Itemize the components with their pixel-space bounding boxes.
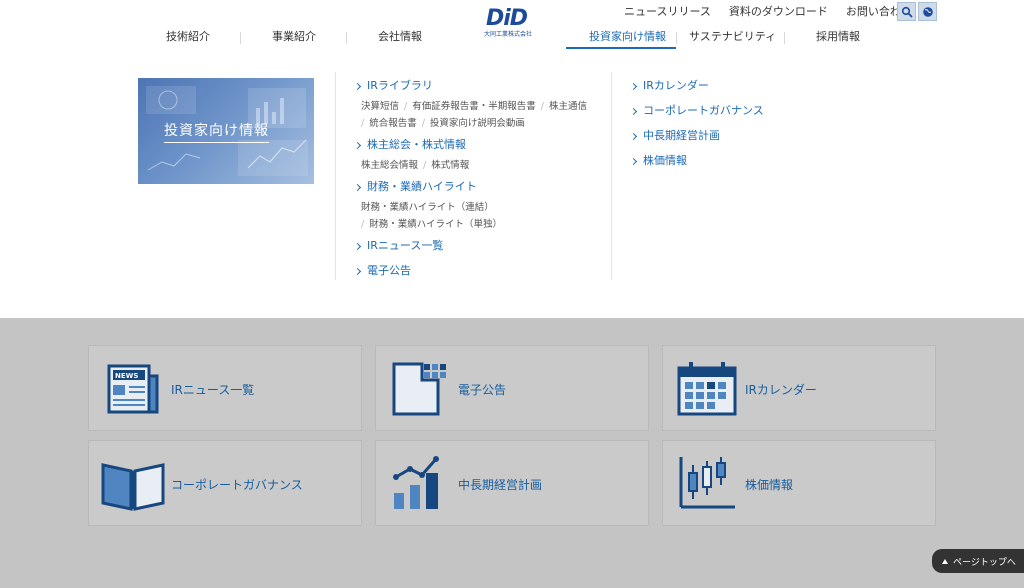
chevron-right-icon [353,183,362,191]
separator-slash: / [404,101,408,112]
card-label: IRカレンダー [745,383,817,397]
card-label: 株価情報 [745,478,794,492]
sublink-financial-consolidated[interactable]: 財務・業績ハイライト（連結） [361,202,494,213]
menu-link-public-notice[interactable]: 電子公告 [353,264,411,278]
nav-divider [240,32,241,44]
financial-sublinks: 財務・業績ハイライト（連結） [361,199,494,214]
nav-sustainability[interactable]: サステナビリティ [689,30,776,44]
separator-slash: / [540,101,544,112]
document-icon [392,362,446,416]
svg-text:NEWS: NEWS [115,372,138,380]
arrow-up-icon [942,558,948,564]
menu-link-ir-calendar[interactable]: IRカレンダー [629,79,709,93]
menu-link-mid-term-plan[interactable]: 中長期経営計画 [629,129,720,143]
chevron-right-icon [629,82,638,90]
page-top-label: ページトップへ [953,557,1016,568]
search-icon [901,6,913,18]
column-divider [611,72,612,280]
menu-link-label: 財務・業績ハイライト [367,180,477,193]
hero-title: 投資家向け情報 [164,120,269,143]
newspaper-icon: NEWS [107,364,159,414]
separator-slash: / [423,160,427,171]
card-ir-calendar[interactable]: IRカレンダー [662,345,936,431]
ir-library-sublinks: 決算短信 / 有価証券報告書・半期報告書 / 株主通信 [361,98,587,113]
chevron-right-icon [353,242,362,250]
chevron-right-icon [629,107,638,115]
menu-link-label: IRライブラリ [367,79,433,92]
nav-technology[interactable]: 技術紹介 [166,30,210,44]
menu-link-ir-news[interactable]: IRニュース一覧 [353,239,444,253]
menu-link-label: 電子公告 [367,264,411,277]
open-book-icon [101,463,165,511]
card-mid-term-plan[interactable]: 中長期経営計画 [375,440,649,526]
menu-link-financial-highlights[interactable]: 財務・業績ハイライト [353,180,477,194]
financial-sublinks-2: / 財務・業績ハイライト（単独） [361,216,502,231]
candlestick-chart-icon [679,457,735,509]
column-divider [335,72,336,280]
shareholders-sublinks: 株主総会情報 / 株式情報 [361,157,469,172]
chevron-right-icon [353,82,362,90]
globe-icon [922,6,933,17]
logo-mark: DiD [486,6,528,31]
sublink-earnings-summary[interactable]: 決算短信 [361,101,399,112]
card-corporate-governance[interactable]: コーポレートガバナンス [88,440,362,526]
menu-link-corporate-governance[interactable]: コーポレートガバナンス [629,104,764,118]
sublink-securities-report[interactable]: 有価証券報告書・半期報告書 [412,101,536,112]
card-stock-price[interactable]: 株価情報 [662,440,936,526]
card-label: 中長期経営計画 [458,478,543,492]
nav-business[interactable]: 事業紹介 [272,30,316,44]
sublink-shareholder-newsletter[interactable]: 株主通信 [549,101,587,112]
card-label: 電子公告 [458,383,507,397]
menu-link-label: IRカレンダー [643,79,709,92]
nav-divider [784,32,785,44]
sublink-financial-standalone[interactable]: 財務・業績ハイライト（単独） [369,219,502,230]
search-button[interactable] [897,2,916,21]
nav-investors[interactable]: 投資家向け情報 [589,30,666,44]
active-nav-underline [566,47,676,49]
menu-link-label: IRニュース一覧 [367,239,444,252]
chevron-right-icon [353,267,362,275]
ir-library-sublinks-2: / 統合報告書 / 投資家向け説明会動画 [361,115,525,130]
utility-nav: ニュースリリース 資料のダウンロード お問い合わせ [624,4,930,20]
menu-link-label: コーポレートガバナンス [643,104,764,117]
util-link-downloads[interactable]: 資料のダウンロード [729,4,828,20]
nav-company[interactable]: 会社情報 [378,30,422,44]
menu-link-shareholders[interactable]: 株主総会・株式情報 [353,138,466,152]
menu-link-label: 株価情報 [643,154,687,167]
menu-link-ir-library[interactable]: IRライブラリ [353,79,433,93]
card-label: コーポレートガバナンス [171,478,303,492]
calendar-icon [677,362,737,416]
investors-hero-image[interactable]: 投資家向け情報 [138,78,314,184]
menu-link-label: 中長期経営計画 [643,129,720,142]
sublink-investor-briefing-video[interactable]: 投資家向け説明会動画 [430,118,525,129]
chevron-right-icon [353,141,362,149]
global-nav: 技術紹介 事業紹介 会社情報 投資家向け情報 サステナビリティ 採用情報 [0,30,1024,49]
chevron-right-icon [629,157,638,165]
bar-chart-growth-icon [393,456,439,509]
separator-slash: / [361,219,365,230]
site-header: DiD 大同工業株式会社 ニュースリリース 資料のダウンロード お問い合わせ 技… [0,0,1024,52]
card-public-notice[interactable]: 電子公告 [375,345,649,431]
card-ir-news[interactable]: NEWS IRニュース一覧 [88,345,362,431]
separator-slash: / [361,118,365,129]
menu-link-stock-price[interactable]: 株価情報 [629,154,687,168]
sublink-integrated-report[interactable]: 統合報告書 [369,118,417,129]
chevron-right-icon [629,132,638,140]
sublink-shareholders-meeting[interactable]: 株主総会情報 [361,160,418,171]
page-top-button[interactable]: ページトップへ [932,549,1024,573]
page-content-dimmed: NEWS IRニュース一覧 電子公告 IRカレンダー コーポレートガバナンス 中… [0,318,1024,588]
language-button[interactable] [918,2,937,21]
nav-recruit[interactable]: 採用情報 [816,30,860,44]
util-link-news-release[interactable]: ニュースリリース [624,4,711,20]
card-label: IRニュース一覧 [171,383,255,397]
separator-slash: / [421,118,425,129]
menu-link-label: 株主総会・株式情報 [367,138,466,151]
nav-divider [676,32,677,44]
nav-divider [346,32,347,44]
sublink-stock-info[interactable]: 株式情報 [431,160,469,171]
mega-menu-investors: 投資家向け情報 IRライブラリ 決算短信 / 有価証券報告書・半期報告書 / 株主通信 … [0,52,1024,318]
